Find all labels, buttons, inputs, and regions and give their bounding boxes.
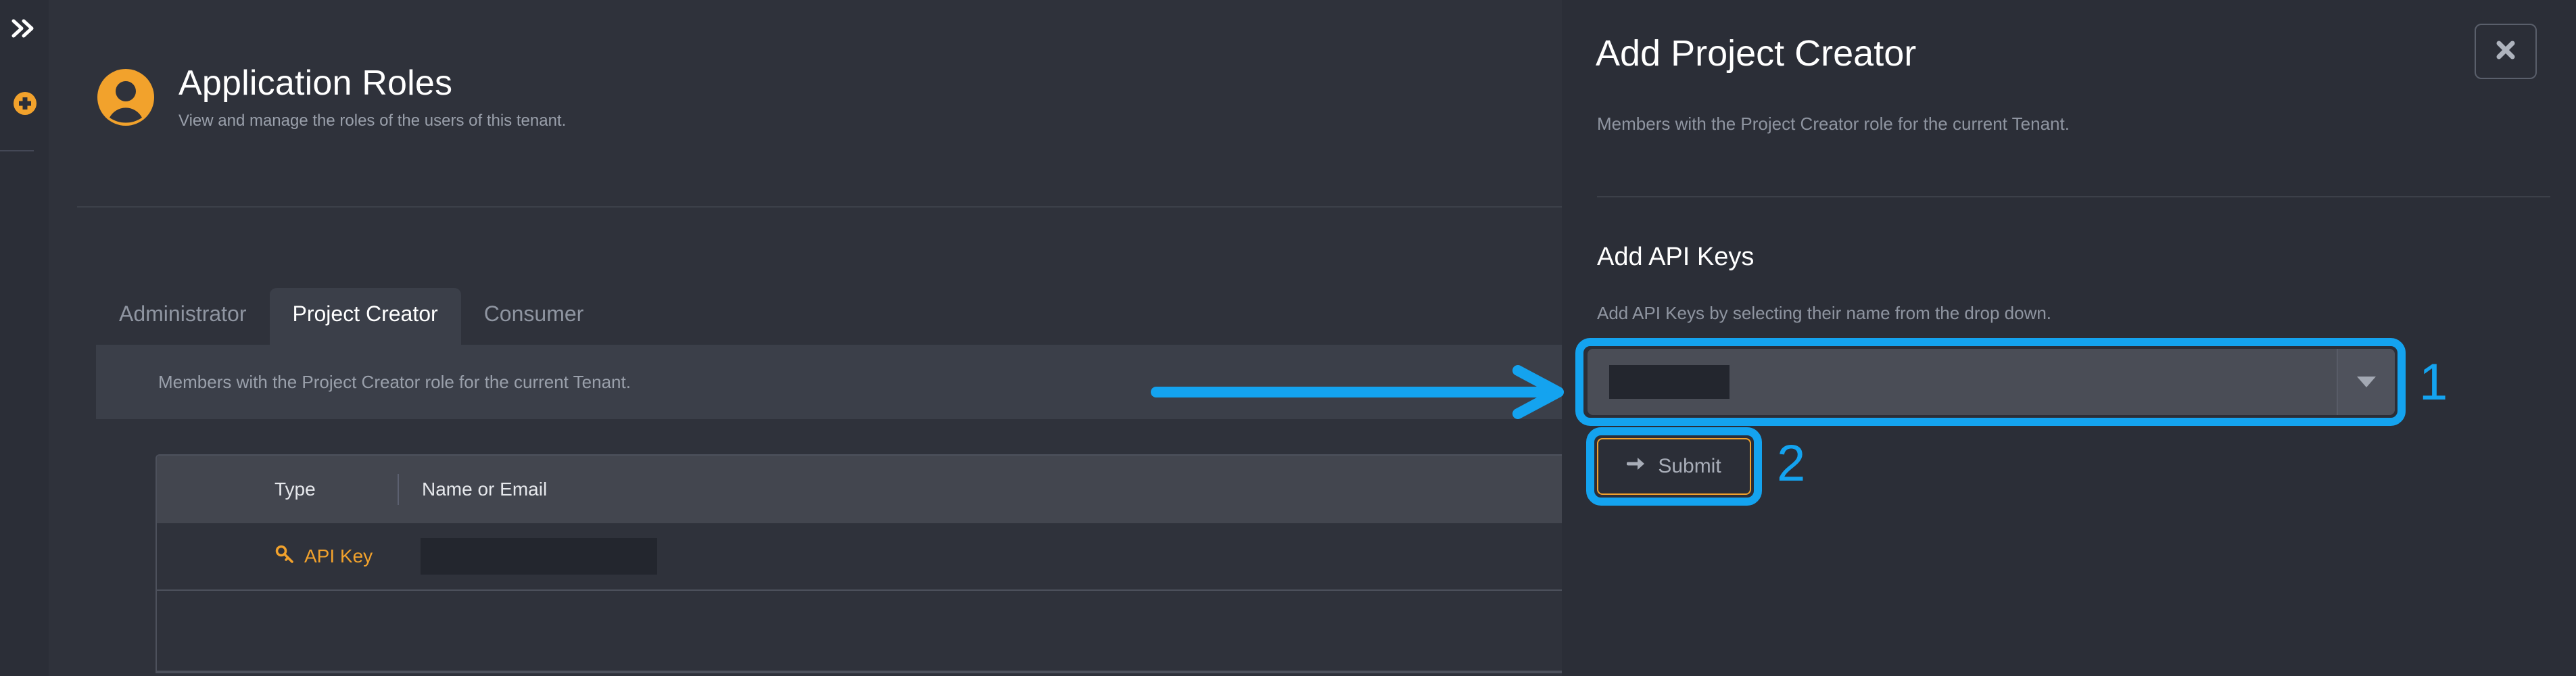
members-note-text: Members with the Project Creator role fo… — [158, 371, 631, 392]
section-subtitle: Add API Keys by selecting their name fro… — [1597, 303, 2052, 323]
close-icon — [2494, 39, 2517, 65]
tab-consumer[interactable]: Consumer — [461, 288, 607, 345]
plus-circle-icon — [14, 92, 37, 118]
chevron-down-icon — [2357, 377, 2376, 387]
table-body: API Key — [157, 523, 1623, 672]
cell-type-label: API Key — [304, 546, 373, 566]
page-header: Application Roles View and manage the ro… — [97, 64, 566, 131]
chevron-double-right-icon — [11, 18, 37, 42]
submit-button[interactable]: Submit — [1597, 438, 1751, 495]
api-key-select[interactable] — [1588, 349, 2395, 415]
header-divider — [77, 206, 1562, 208]
page-subtitle: View and manage the roles of the users o… — [178, 112, 567, 130]
table-row[interactable]: API Key — [157, 523, 1623, 591]
column-header-type[interactable]: Type — [157, 456, 398, 523]
tab-administrator[interactable]: Administrator — [96, 288, 270, 345]
key-icon — [275, 544, 295, 569]
cell-type: API Key — [157, 523, 398, 589]
annotation-arrow — [1149, 365, 1569, 422]
section-title: Add API Keys — [1597, 243, 1755, 271]
add-project-creator-drawer: Add Project Creator Members with the Pro… — [1562, 0, 2576, 676]
redacted-value — [421, 538, 657, 575]
members-table: Type Name or Email API Key — [156, 454, 1623, 673]
page-title: Application Roles — [178, 64, 453, 103]
table-row-empty — [157, 591, 1623, 672]
arrow-right-icon — [1626, 455, 1648, 478]
column-header-name-or-email[interactable]: Name or Email — [398, 474, 547, 505]
left-rail — [0, 0, 49, 676]
role-tabs: Administrator Project Creator Consumer — [96, 270, 606, 345]
api-key-select-toggle[interactable] — [2337, 349, 2395, 415]
annotation-step-1: 1 — [2419, 354, 2448, 411]
drawer-subtitle: Members with the Project Creator role fo… — [1597, 114, 2070, 134]
api-key-select-value — [1609, 365, 1730, 399]
main-content: Application Roles View and manage the ro… — [49, 0, 1623, 676]
annotation-step-2: 2 — [1777, 435, 1806, 492]
tab-project-creator[interactable]: Project Creator — [269, 288, 461, 345]
drawer-title: Add Project Creator — [1596, 33, 1917, 74]
close-drawer-button[interactable] — [2475, 24, 2537, 79]
app-root: Application Roles View and manage the ro… — [0, 0, 2576, 676]
submit-button-label: Submit — [1658, 455, 1721, 477]
expand-sidebar-button[interactable] — [5, 15, 42, 45]
user-circle-icon — [97, 69, 154, 126]
table-header-row: Type Name or Email — [157, 456, 1623, 523]
cell-name-or-email — [398, 523, 657, 589]
rail-divider — [0, 150, 34, 151]
drawer-divider — [1597, 196, 2550, 197]
add-button[interactable] — [14, 92, 37, 115]
